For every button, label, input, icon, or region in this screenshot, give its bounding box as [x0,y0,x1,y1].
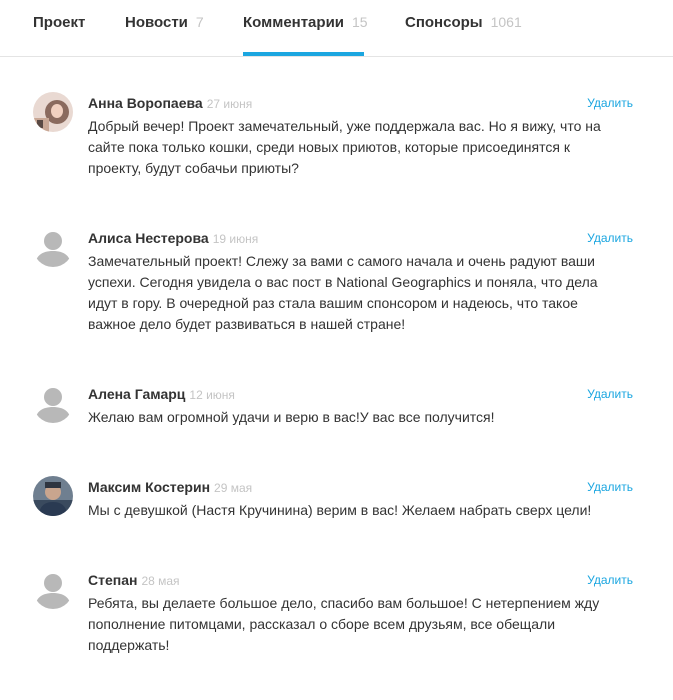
avatar[interactable] [33,383,73,423]
comment-date: 29 мая [214,481,253,495]
delete-button[interactable]: Удалить [587,480,633,494]
comment-text: Ребята, вы делаете большое дело, спасибо… [88,595,600,653]
default-user-icon [33,569,73,609]
avatar[interactable] [33,476,73,516]
comment-text: Добрый вечер! Проект замечательный, уже … [88,118,601,176]
comment-author[interactable]: Степан [88,572,137,588]
active-tab-indicator [243,52,364,56]
delete-button[interactable]: Удалить [587,96,633,110]
comment-date: 12 июня [189,388,235,402]
tab-count: 7 [195,14,204,30]
comment-text: Замечательный проект! Слежу за вами с са… [88,253,598,332]
comment-text: Мы с девушкой (Настя Кручинина) верим в … [88,502,592,518]
tab-comments[interactable]: Комментарии 15 [243,14,368,31]
tab-sponsors[interactable]: Спонсоры 1061 [405,14,522,31]
comment-date: 19 июня [212,232,259,246]
comment-date: 27 июня [206,97,253,111]
tab-count: 1061 [490,14,522,30]
comment-header: Анна Воропаева 27 июня [88,95,252,113]
tab-label: Комментарии [243,14,345,31]
tab-label: Новости [125,14,188,31]
default-user-icon [33,383,73,423]
comment-author[interactable]: Максим Костерин [88,479,210,495]
comment-header: Степан 28 мая [88,572,180,590]
tab-count: 15 [352,14,368,30]
tab-project[interactable]: Проект [33,14,85,31]
avatar[interactable] [33,569,73,609]
tab-news[interactable]: Новости 7 [125,14,204,31]
default-user-icon [33,227,73,267]
tab-label: Спонсоры [405,14,483,31]
comment-header: Максим Костерин 29 мая [88,479,252,497]
comment-author[interactable]: Алиса Нестерова [88,230,209,246]
avatar[interactable] [33,227,73,267]
tab-label: Проект [33,14,86,31]
comment-header: Алена Гамарц 12 июня [88,386,235,404]
user-photo-icon [33,476,73,516]
delete-button[interactable]: Удалить [587,231,633,245]
comment-date: 28 мая [141,574,180,588]
comment-author[interactable]: Анна Воропаева [88,95,203,111]
comment-text: Желаю вам огромной удачи и верю в вас!У … [88,409,495,425]
delete-button[interactable]: Удалить [587,573,633,587]
comment-header: Алиса Нестерова 19 июня [88,230,258,248]
user-photo-icon [33,92,73,132]
avatar[interactable] [33,92,73,132]
tab-bar: Проект Новости 7 Комментарии 15 Спонсоры 10… [0,0,673,57]
delete-button[interactable]: Удалить [587,387,633,401]
comment-author[interactable]: Алена Гамарц [88,386,185,402]
